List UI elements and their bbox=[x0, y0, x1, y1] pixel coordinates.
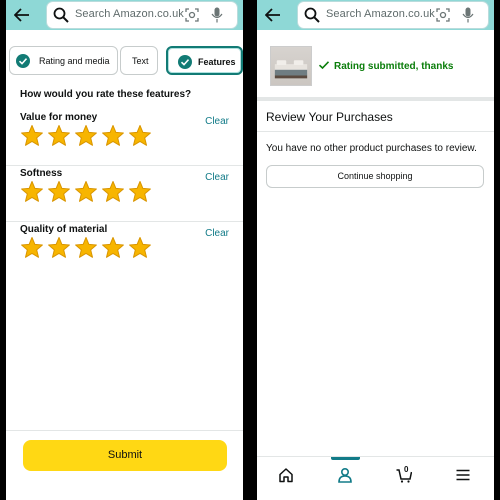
top-bar: Search Amazon.co.uk bbox=[257, 0, 494, 30]
star-icon[interactable] bbox=[101, 180, 125, 204]
clear-rating-link[interactable]: Clear bbox=[205, 228, 229, 239]
nav-account[interactable] bbox=[316, 457, 375, 491]
back-arrow-icon[interactable] bbox=[14, 6, 30, 24]
system-gesture-bar bbox=[257, 490, 494, 500]
menu-icon bbox=[456, 469, 470, 481]
search-icon bbox=[304, 7, 320, 23]
clear-rating-link[interactable]: Clear bbox=[205, 116, 229, 127]
microphone-icon[interactable] bbox=[211, 7, 223, 23]
submit-button[interactable]: Submit bbox=[23, 440, 227, 471]
feature-name: Quality of material bbox=[20, 224, 108, 235]
star-icon[interactable] bbox=[47, 180, 71, 204]
nav-home[interactable] bbox=[257, 457, 316, 491]
star-icon[interactable] bbox=[47, 124, 71, 148]
camera-lens-icon[interactable] bbox=[185, 8, 199, 22]
search-placeholder: Search Amazon.co.uk bbox=[75, 8, 184, 20]
star-icon[interactable] bbox=[101, 124, 125, 148]
search-input[interactable]: Search Amazon.co.uk bbox=[298, 2, 488, 28]
search-input[interactable]: Search Amazon.co.uk bbox=[47, 2, 237, 28]
tab-text[interactable]: Text bbox=[120, 46, 158, 75]
empty-message: You have no other product purchases to r… bbox=[266, 143, 477, 154]
microphone-icon[interactable] bbox=[462, 7, 474, 23]
review-tabs: Rating and media Text Features bbox=[6, 46, 243, 76]
divider bbox=[257, 97, 494, 101]
divider bbox=[6, 430, 243, 431]
home-icon bbox=[279, 468, 293, 483]
star-icon[interactable] bbox=[74, 180, 98, 204]
confirmation-message: Rating submitted, thanks bbox=[334, 61, 454, 72]
feature-rating-row: Quality of material Clear bbox=[6, 222, 243, 278]
clear-rating-link[interactable]: Clear bbox=[205, 172, 229, 183]
checkmark-icon bbox=[318, 61, 330, 70]
tab-features[interactable]: Features bbox=[166, 46, 243, 75]
nav-menu[interactable] bbox=[434, 457, 493, 491]
star-icon[interactable] bbox=[128, 124, 152, 148]
star-icon[interactable] bbox=[74, 124, 98, 148]
feature-rating-row: Value for money Clear bbox=[6, 110, 243, 166]
tab-label: Text bbox=[132, 56, 149, 66]
tab-rating-and-media[interactable]: Rating and media bbox=[9, 46, 118, 75]
product-thumbnail[interactable] bbox=[270, 46, 312, 86]
star-icon[interactable] bbox=[101, 236, 125, 260]
star-icon[interactable] bbox=[128, 236, 152, 260]
nav-cart[interactable]: 0 bbox=[375, 457, 434, 491]
star-icon[interactable] bbox=[128, 180, 152, 204]
tab-label: Features bbox=[198, 57, 236, 67]
star-icon[interactable] bbox=[74, 236, 98, 260]
search-placeholder: Search Amazon.co.uk bbox=[326, 8, 435, 20]
camera-lens-icon[interactable] bbox=[436, 8, 450, 22]
tab-label: Rating and media bbox=[39, 56, 110, 66]
account-icon bbox=[338, 467, 352, 483]
star-icon[interactable] bbox=[47, 236, 71, 260]
check-circle-icon bbox=[16, 54, 30, 68]
rating-submitted-screen: Search Amazon.co.uk Rating submitted, th… bbox=[257, 0, 494, 500]
system-gesture-bar bbox=[6, 490, 243, 500]
check-circle-icon bbox=[178, 55, 192, 69]
top-bar: Search Amazon.co.uk bbox=[6, 0, 243, 30]
feature-name: Softness bbox=[20, 168, 63, 179]
features-question: How would you rate these features? bbox=[20, 89, 192, 100]
star-icon[interactable] bbox=[20, 124, 44, 148]
search-icon bbox=[53, 7, 69, 23]
back-arrow-icon[interactable] bbox=[265, 6, 281, 24]
section-title: Review Your Purchases bbox=[266, 110, 393, 124]
review-features-screen: Search Amazon.co.uk Rating and media Tex… bbox=[6, 0, 243, 500]
star-icon[interactable] bbox=[20, 236, 44, 260]
divider bbox=[257, 131, 494, 132]
bottom-navigation: 0 bbox=[257, 456, 494, 490]
feature-rating-row: Softness Clear bbox=[6, 166, 243, 222]
star-icon[interactable] bbox=[20, 180, 44, 204]
cart-count: 0 bbox=[404, 465, 409, 474]
feature-name: Value for money bbox=[20, 112, 98, 123]
continue-shopping-button[interactable]: Continue shopping bbox=[266, 165, 484, 188]
